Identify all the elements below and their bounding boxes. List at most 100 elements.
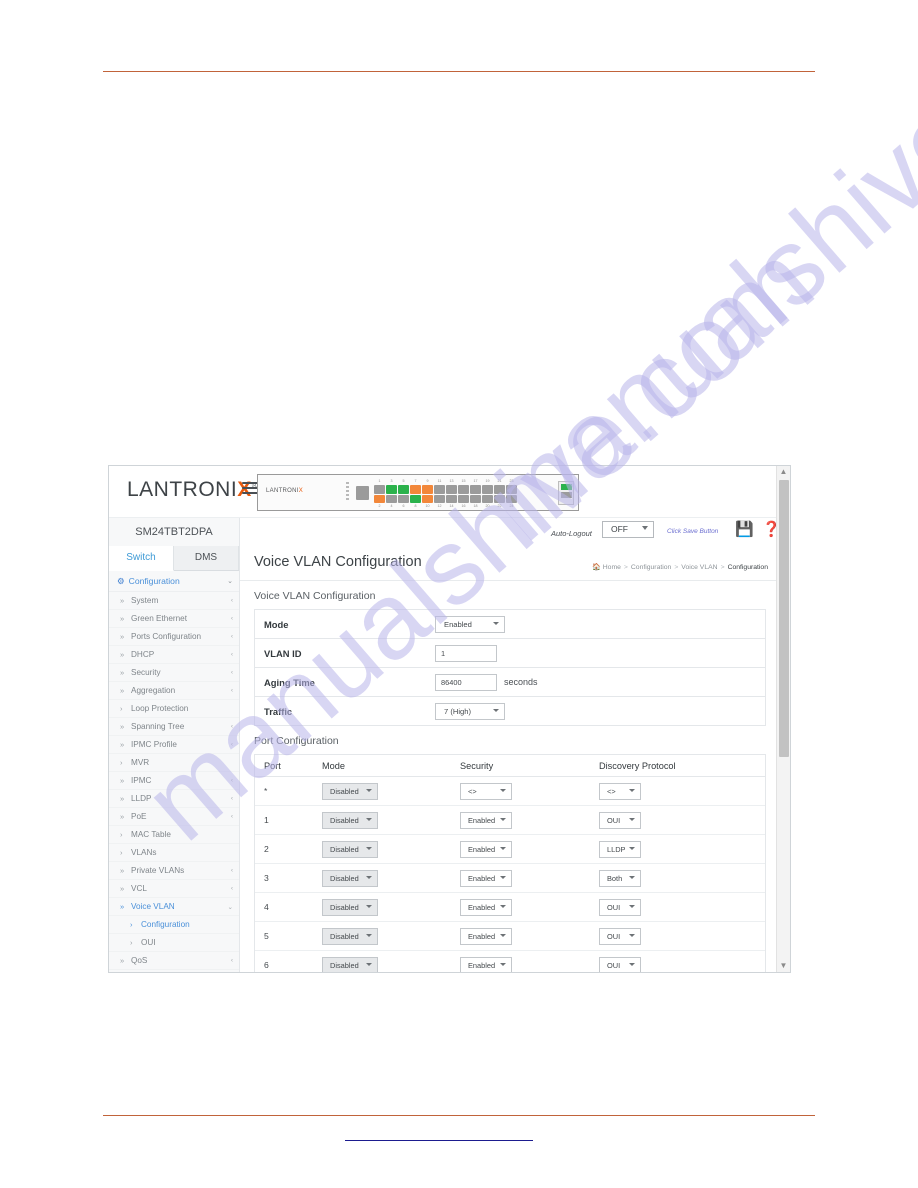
form-field: 1: [435, 644, 497, 662]
auto-logout-select[interactable]: OFF: [602, 521, 654, 538]
port-security-select[interactable]: Enabled: [460, 869, 512, 887]
port-mode-select[interactable]: Disabled: [322, 782, 378, 800]
chevron-down-icon: [500, 904, 506, 908]
sidebar-item-voice-vlan[interactable]: » Voice VLAN ⌄: [109, 898, 239, 916]
table-cell: Enabled: [451, 869, 590, 887]
scrollbar-thumb[interactable]: [779, 480, 789, 757]
port-discovery-select[interactable]: OUI: [599, 898, 641, 916]
port-mode-select[interactable]: Disabled: [322, 840, 378, 858]
sidebar-item-green-ethernet[interactable]: » Green Ethernet ‹: [109, 610, 239, 628]
voice-vlan-form: Mode Enabled VLAN ID 1 Aging Time 86400 second…: [254, 609, 766, 726]
port-security-select[interactable]: Enabled: [460, 811, 512, 829]
port-mode-select[interactable]: Disabled: [322, 898, 378, 916]
menu-icon[interactable]: [242, 482, 258, 496]
sidebar-item-configuration[interactable]: › Configuration: [109, 916, 239, 934]
sidebar-item-label: System: [131, 596, 159, 605]
vlan-id-input[interactable]: 1: [435, 644, 497, 662]
sidebar-item-label: QoS: [131, 956, 148, 965]
port-discovery-select[interactable]: LLDP: [599, 840, 641, 858]
sidebar-item-aggregation[interactable]: » Aggregation ‹: [109, 682, 239, 700]
sidebar-item-private-vlans[interactable]: » Private VLANs ‹: [109, 862, 239, 880]
sidebar-item-lldp[interactable]: » LLDP ‹: [109, 790, 239, 808]
device-port-led: [458, 494, 469, 503]
port-mode-select[interactable]: Disabled: [322, 811, 378, 829]
sidebar-item-ipmc-profile[interactable]: » IPMC Profile ‹: [109, 736, 239, 754]
port-security-select[interactable]: Enabled: [460, 840, 512, 858]
main-content: Voice VLAN Configuration 🏠 Home > Configura…: [240, 550, 778, 972]
device-port-pair: 12: [374, 479, 385, 509]
chevron-down-icon: [500, 933, 506, 937]
sidebar-item-oui[interactable]: › OUI: [109, 934, 239, 952]
chevron-right-icon: »: [120, 668, 125, 677]
sidebar-item-ipmc[interactable]: » IPMC ‹: [109, 772, 239, 790]
port-mode-select[interactable]: Disabled: [322, 927, 378, 945]
chevron-down-icon: [500, 962, 506, 966]
breadcrumb-item[interactable]: Configuration: [631, 564, 671, 571]
device-port-led: [398, 494, 409, 503]
port-discovery-select[interactable]: OUI: [599, 811, 641, 829]
sidebar-item-security[interactable]: » Security ‹: [109, 664, 239, 682]
browser-screenshot: LANTRONIX® LANTRONIX 1 2 3 4 5 6 7 8 9 10 11 12 13 14…: [108, 465, 791, 973]
tab-dms[interactable]: DMS: [174, 546, 239, 570]
port-security-select[interactable]: Enabled: [460, 898, 512, 916]
scroll-up-icon[interactable]: ▲: [777, 466, 790, 478]
table-cell: Enabled: [451, 811, 590, 829]
selected-value: Both: [607, 873, 623, 883]
port-security-select[interactable]: <>: [460, 782, 512, 800]
chevron-right-icon: »: [120, 866, 125, 875]
port-discovery-select[interactable]: OUI: [599, 956, 641, 972]
table-cell: Disabled: [313, 898, 451, 916]
traffic-select[interactable]: 7 (High): [435, 702, 505, 720]
sidebar-item-dhcp[interactable]: » DHCP ‹: [109, 646, 239, 664]
port-discovery-select[interactable]: OUI: [599, 927, 641, 945]
sidebar-item-qos[interactable]: » QoS ‹: [109, 952, 239, 970]
device-port-pair: 23 24: [506, 479, 517, 509]
port-security-select[interactable]: Enabled: [460, 956, 512, 972]
port-discovery-select[interactable]: <>: [599, 782, 641, 800]
port-security-select[interactable]: Enabled: [460, 927, 512, 945]
save-icon[interactable]: 💾: [735, 521, 754, 538]
port-discovery-select[interactable]: Both: [599, 869, 641, 887]
selected-value: Disabled: [330, 902, 359, 912]
port-number: 17: [473, 479, 478, 483]
breadcrumb-item[interactable]: Voice VLAN: [681, 564, 717, 571]
scroll-down-icon[interactable]: ▼: [777, 960, 790, 972]
sidebar-item-ports-configuration[interactable]: » Ports Configuration ‹: [109, 628, 239, 646]
sidebar-section-configuration[interactable]: ⚙ Configuration ⌄: [109, 571, 239, 592]
sidebar-item-mac-table[interactable]: › MAC Table: [109, 826, 239, 844]
device-port-led: [422, 494, 433, 503]
tab-switch[interactable]: Switch: [109, 546, 174, 571]
port-mode-select[interactable]: Disabled: [322, 956, 378, 972]
chevron-down-icon: [629, 904, 635, 908]
selected-value: Enabled: [468, 931, 496, 941]
sidebar-item-label: Ports Configuration: [131, 632, 202, 641]
form-label: Aging Time: [264, 676, 315, 688]
mode-select[interactable]: Enabled: [435, 615, 505, 633]
breadcrumb-home[interactable]: Home: [603, 564, 621, 571]
device-port-led: [410, 485, 421, 494]
save-hint-link[interactable]: Click Save Button: [667, 528, 718, 535]
sidebar-item-loop-protection[interactable]: › Loop Protection: [109, 700, 239, 718]
sidebar-item-label: Spanning Tree: [131, 722, 185, 731]
selected-value: Enabled: [468, 902, 496, 912]
port-number: 20: [485, 504, 490, 508]
lantronix-logo: LANTRONIX®: [127, 478, 258, 502]
sidebar-item-vlans[interactable]: › VLANs: [109, 844, 239, 862]
chevron-down-icon: [642, 526, 648, 530]
aging-time-input[interactable]: 86400: [435, 673, 497, 691]
device-port-led: [494, 485, 505, 494]
form-row-mode: Mode Enabled: [255, 610, 765, 639]
sidebar-item-vcl[interactable]: » VCL ‹: [109, 880, 239, 898]
sidebar-item-mvr[interactable]: › MVR: [109, 754, 239, 772]
port-number: 18: [473, 504, 478, 508]
port-mode-select[interactable]: Disabled: [322, 869, 378, 887]
sidebar-item-label: MAC Table: [131, 830, 171, 839]
device-front-panel[interactable]: LANTRONIX 1 2 3 4 5 6 7 8 9 10 11 12 13 14 15 16 17 18 19 2…: [257, 474, 579, 511]
sidebar-item-system[interactable]: » System ‹: [109, 592, 239, 610]
selected-value: Disabled: [330, 786, 359, 796]
auto-logout-label: Auto-Logout: [551, 529, 592, 538]
chevron-right-icon: »: [120, 722, 125, 731]
vertical-scrollbar[interactable]: ▲ ▼: [776, 466, 790, 972]
sidebar-item-poe[interactable]: » PoE ‹: [109, 808, 239, 826]
sidebar-item-spanning-tree[interactable]: » Spanning Tree ‹: [109, 718, 239, 736]
